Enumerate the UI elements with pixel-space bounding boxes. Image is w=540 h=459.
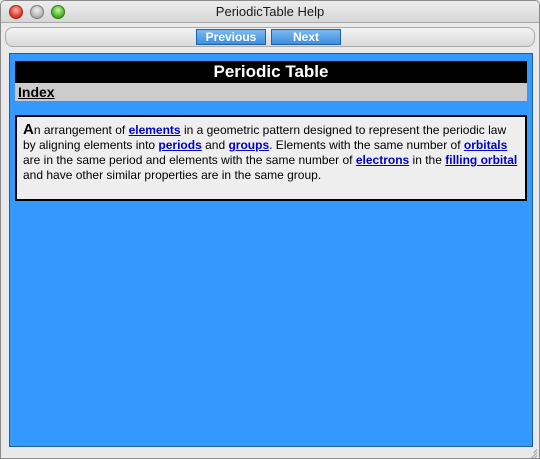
filling-orbital-link[interactable]: filling orbital [445, 153, 517, 167]
help-window: PeriodicTable Help Previous Next Periodi… [0, 0, 540, 459]
definition-box: An arrangement of elements in a geometri… [15, 115, 527, 201]
orbitals-link[interactable]: orbitals [464, 138, 507, 152]
page-title: Periodic Table [15, 61, 527, 83]
electrons-link[interactable]: electrons [356, 153, 409, 167]
groups-link[interactable]: groups [228, 138, 269, 152]
index-link[interactable]: Index [18, 84, 55, 100]
periods-link[interactable]: periods [158, 138, 201, 152]
definition-text: are in the same period and elements with… [23, 153, 356, 167]
drop-initial: A [23, 121, 34, 138]
next-button[interactable]: Next [271, 29, 341, 45]
definition-text: and have other similar properties are in… [23, 168, 322, 182]
definition-text: and [201, 138, 229, 152]
index-bar: Index [15, 83, 527, 101]
definition-text: n arrangement of [33, 123, 129, 137]
previous-button[interactable]: Previous [196, 29, 266, 45]
navigation-toolbar: Previous Next [5, 27, 535, 47]
resize-grip-icon[interactable] [525, 446, 538, 458]
help-content-area: Periodic Table Index An arrangement of e… [9, 53, 533, 447]
definition-text: in the [409, 153, 446, 167]
definition-text: . Elements with the same number of [269, 138, 464, 152]
window-title: PeriodicTable Help [215, 4, 325, 19]
elements-link[interactable]: elements [129, 123, 181, 137]
title-bar[interactable]: PeriodicTable Help [1, 1, 539, 23]
